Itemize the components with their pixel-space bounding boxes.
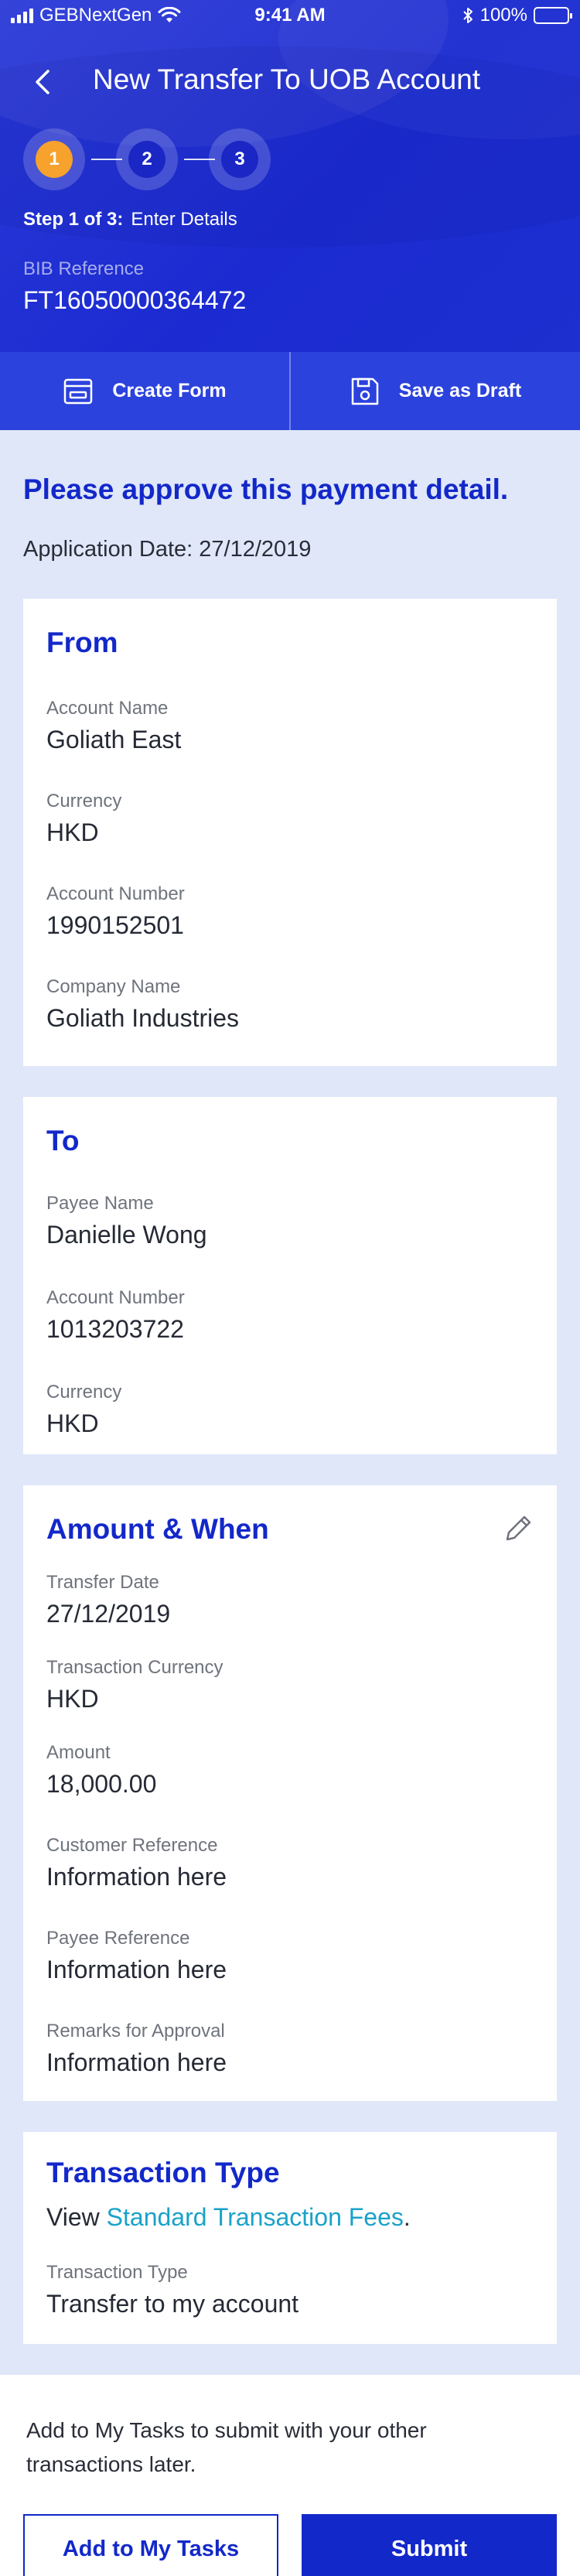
from-company-name-label: Company Name <box>46 976 181 997</box>
transaction-type-title: Transaction Type <box>46 2157 280 2188</box>
action-bar: Create Form Save as Draft <box>0 352 580 430</box>
amount-value: 18,000.00 <box>46 1770 157 1798</box>
nav-bar: New Transfer To UOB Account <box>0 56 580 107</box>
bluetooth-icon <box>462 8 473 23</box>
step-2: 2 <box>116 128 178 190</box>
chevron-left-icon[interactable] <box>28 67 59 97</box>
view-suffix: . <box>403 2203 411 2231</box>
transaction-currency-value: HKD <box>46 1685 99 1713</box>
create-form-label: Create Form <box>112 380 227 401</box>
transfer-date-value: 27/12/2019 <box>46 1600 171 1628</box>
amount-when-title: Amount & When <box>46 1513 269 1545</box>
to-account-number-value: 1013203722 <box>46 1315 184 1343</box>
standard-fees-link[interactable]: Standard Transaction Fees <box>107 2203 404 2231</box>
from-card: From Account Name Goliath East Currency … <box>23 599 557 1066</box>
from-currency-value: HKD <box>46 818 99 846</box>
stepper: 1 2 3 <box>23 128 271 190</box>
from-currency-label: Currency <box>46 791 122 811</box>
footer: Add to My Tasks to submit with your othe… <box>0 2375 580 2576</box>
customer-reference-value: Information here <box>46 1863 227 1891</box>
submit-button[interactable]: Submit <box>302 2514 557 2576</box>
to-account-number-label: Account Number <box>46 1287 185 1308</box>
remarks-label: Remarks for Approval <box>46 2021 225 2041</box>
view-prefix: View <box>46 2203 107 2231</box>
step-caption: Step 1 of 3: Enter Details <box>23 209 237 231</box>
step-2-number: 2 <box>128 141 165 178</box>
status-bar: GEBNextGen 9:41 AM 100% <box>0 0 580 31</box>
to-payee-name-label: Payee Name <box>46 1193 154 1214</box>
to-currency-label: Currency <box>46 1382 122 1402</box>
step-1: 1 <box>23 128 85 190</box>
application-date: Application Date: 27/12/2019 <box>23 537 312 562</box>
transaction-currency-label: Transaction Currency <box>46 1657 223 1678</box>
from-account-number-value: 1990152501 <box>46 911 184 939</box>
pencil-icon[interactable] <box>501 1512 535 1546</box>
create-form-button[interactable]: Create Form <box>0 352 289 430</box>
to-card: To Payee Name Danielle Wong Account Numb… <box>23 1097 557 1454</box>
header: GEBNextGen 9:41 AM 100% New Transfer To … <box>0 0 580 352</box>
to-currency-value: HKD <box>46 1409 99 1437</box>
save-draft-button[interactable]: Save as Draft <box>291 352 580 430</box>
battery-percent: 100% <box>479 5 527 26</box>
battery-icon <box>534 7 572 24</box>
view-fees-line: View Standard Transaction Fees. <box>46 2203 411 2232</box>
approve-heading: Please approve this payment detail. <box>23 473 509 505</box>
step-caption-text: Enter Details <box>131 209 237 230</box>
customer-reference-label: Customer Reference <box>46 1835 218 1856</box>
to-payee-name-value: Danielle Wong <box>46 1221 207 1249</box>
save-icon <box>351 378 379 405</box>
step-3-number: 3 <box>221 141 258 178</box>
save-draft-label: Save as Draft <box>398 380 522 401</box>
bib-reference-label: BIB Reference <box>23 258 145 279</box>
transfer-date-label: Transfer Date <box>46 1572 159 1593</box>
from-title: From <box>46 627 118 658</box>
step-caption-bold: Step 1 of 3: <box>23 209 124 230</box>
amount-label: Amount <box>46 1742 111 1763</box>
page-title: New Transfer To UOB Account <box>93 63 481 95</box>
transaction-type-value: Transfer to my account <box>46 2290 299 2318</box>
from-account-name-label: Account Name <box>46 698 169 719</box>
transaction-type-card: Transaction Type View Standard Transacti… <box>23 2132 557 2344</box>
footer-note: Add to My Tasks to submit with your othe… <box>26 2418 427 2476</box>
add-to-tasks-button[interactable]: Add to My Tasks <box>23 2514 278 2576</box>
amount-when-card: Amount & When Transfer Date 27/12/2019 T… <box>23 1485 557 2101</box>
remarks-value: Information here <box>46 2048 227 2076</box>
from-account-number-label: Account Number <box>46 883 185 904</box>
bib-reference-value: FT16050000364472 <box>23 286 247 314</box>
from-company-name-value: Goliath Industries <box>46 1004 240 1032</box>
form-icon <box>64 378 93 404</box>
payee-reference-label: Payee Reference <box>46 1928 190 1949</box>
step-1-number: 1 <box>36 141 73 178</box>
transaction-type-label: Transaction Type <box>46 2262 188 2283</box>
payee-reference-value: Information here <box>46 1956 227 1983</box>
to-title: To <box>46 1125 80 1156</box>
from-account-name-value: Goliath East <box>46 726 182 753</box>
step-3: 3 <box>209 128 271 190</box>
